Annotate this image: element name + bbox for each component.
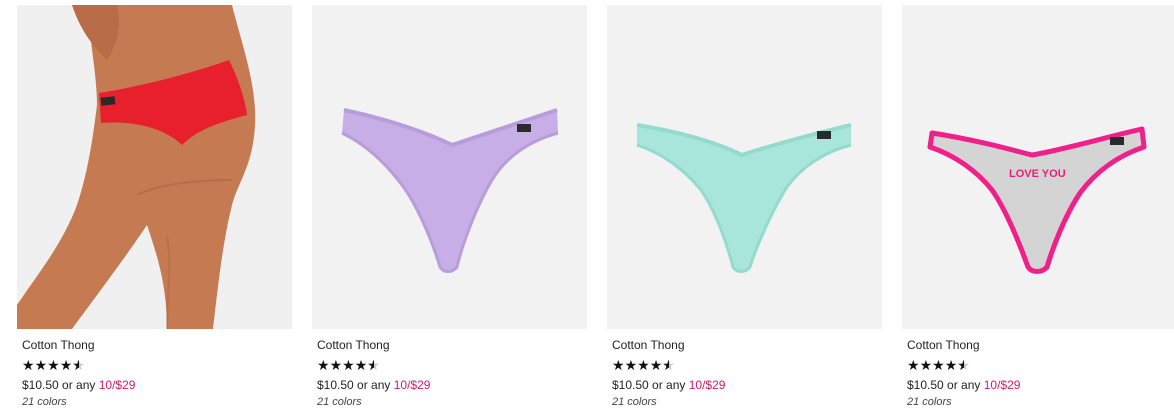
product-name[interactable]: Cotton Thong bbox=[22, 338, 287, 354]
product-price: $10.50 or any 10/$29 bbox=[612, 378, 877, 392]
product-image[interactable] bbox=[17, 5, 292, 329]
promo-offer: 10/$29 bbox=[98, 378, 136, 392]
star-icon: ★ bbox=[932, 357, 945, 373]
mint-thong-photo bbox=[607, 5, 882, 329]
star-icon: ★ bbox=[47, 357, 60, 373]
product-price: $10.50 or any 10/$29 bbox=[907, 378, 1172, 392]
star-icon: ★ bbox=[22, 357, 35, 373]
product-grid: Cotton Thong ★ ★ ★ ★ ★★ $10.50 or any 10… bbox=[0, 0, 1174, 419]
star-rating: ★ ★ ★ ★ ★★ bbox=[22, 358, 287, 372]
star-rating: ★ ★ ★ ★ ★★ bbox=[612, 358, 877, 372]
lavender-thong-photo bbox=[312, 5, 587, 329]
product-name[interactable]: Cotton Thong bbox=[612, 338, 877, 354]
product-card[interactable]: Cotton Thong ★ ★ ★ ★ ★★ $10.50 or any 10… bbox=[312, 5, 587, 415]
promo-offer: 10/$29 bbox=[393, 378, 431, 392]
product-price: $10.50 or any 10/$29 bbox=[22, 378, 287, 392]
love-you-print: LOVE YOU bbox=[1009, 168, 1066, 180]
star-icon: ★ bbox=[59, 357, 73, 373]
price-connector: or any bbox=[947, 378, 981, 392]
model-photo bbox=[17, 5, 292, 329]
product-card[interactable]: LOVE YOU Cotton Thong ★ ★ ★ ★ ★★ $10.50 … bbox=[902, 5, 1174, 415]
star-icon: ★ bbox=[944, 357, 958, 373]
price-value: $10.50 bbox=[22, 378, 59, 392]
price-connector: or any bbox=[357, 378, 391, 392]
half-star-icon: ★★ bbox=[72, 357, 85, 373]
star-rating: ★ ★ ★ ★ ★★ bbox=[317, 358, 582, 372]
promo-offer: 10/$29 bbox=[688, 378, 726, 392]
star-icon: ★ bbox=[907, 357, 920, 373]
grey-pink-thong-photo: LOVE YOU bbox=[902, 5, 1174, 329]
product-card[interactable]: Cotton Thong ★ ★ ★ ★ ★★ $10.50 or any 10… bbox=[17, 5, 292, 415]
star-icon: ★ bbox=[317, 357, 330, 373]
half-star-icon: ★★ bbox=[367, 357, 380, 373]
product-image[interactable] bbox=[312, 5, 587, 329]
star-icon: ★ bbox=[919, 357, 933, 373]
price-value: $10.50 bbox=[612, 378, 649, 392]
star-icon: ★ bbox=[612, 357, 625, 373]
price-value: $10.50 bbox=[317, 378, 354, 392]
color-count: 21 colors bbox=[317, 396, 362, 408]
color-count: 21 colors bbox=[907, 396, 952, 408]
promo-offer: 10/$29 bbox=[983, 378, 1021, 392]
star-icon: ★ bbox=[329, 357, 343, 373]
star-icon: ★ bbox=[34, 357, 48, 373]
product-image[interactable] bbox=[607, 5, 882, 329]
product-image[interactable]: LOVE YOU bbox=[902, 5, 1174, 329]
star-icon: ★ bbox=[649, 357, 663, 373]
star-icon: ★ bbox=[637, 357, 650, 373]
product-name[interactable]: Cotton Thong bbox=[907, 338, 1172, 354]
product-name[interactable]: Cotton Thong bbox=[317, 338, 582, 354]
color-count: 21 colors bbox=[22, 396, 67, 408]
star-rating: ★ ★ ★ ★ ★★ bbox=[907, 358, 1172, 372]
price-connector: or any bbox=[62, 378, 96, 392]
price-connector: or any bbox=[652, 378, 686, 392]
product-price: $10.50 or any 10/$29 bbox=[317, 378, 582, 392]
color-count: 21 colors bbox=[612, 396, 657, 408]
half-star-icon: ★★ bbox=[957, 357, 970, 373]
half-star-icon: ★★ bbox=[662, 357, 675, 373]
product-card[interactable]: Cotton Thong ★ ★ ★ ★ ★★ $10.50 or any 10… bbox=[607, 5, 882, 415]
star-icon: ★ bbox=[624, 357, 638, 373]
star-icon: ★ bbox=[354, 357, 368, 373]
star-icon: ★ bbox=[342, 357, 355, 373]
price-value: $10.50 bbox=[907, 378, 944, 392]
